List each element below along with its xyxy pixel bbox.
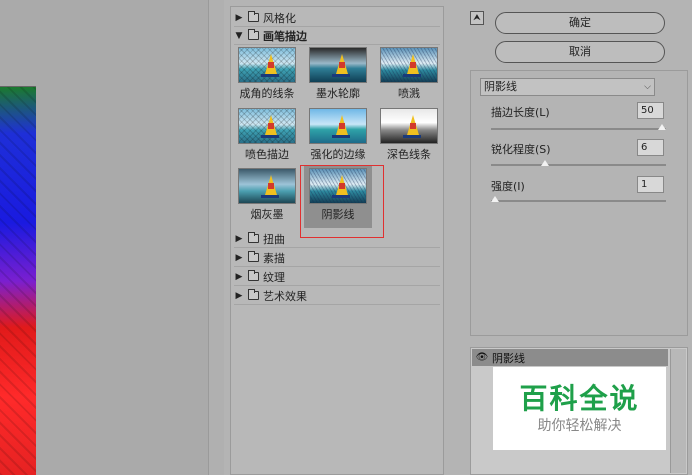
filter-thumb-dark-strokes[interactable]: 深色线条 xyxy=(378,108,440,162)
preview-image xyxy=(0,86,36,475)
category-sketch[interactable]: ▶ 素描 xyxy=(234,249,440,267)
spatter-thumbnail xyxy=(380,47,438,83)
folder-icon xyxy=(248,289,259,300)
folder-icon xyxy=(248,29,259,40)
filter-thumb-accented-edges[interactable]: 强化的边缘 xyxy=(307,108,369,162)
filter-label: 成角的线条 xyxy=(239,87,295,100)
category-label: 素描 xyxy=(263,251,285,265)
expand-triangle-icon: ▶ xyxy=(235,252,243,263)
watermark-title: 百科全说 xyxy=(519,382,640,415)
effect-layer-row[interactable]: 👁 阴影线 xyxy=(472,349,668,366)
sprayed-strokes-thumbnail xyxy=(238,108,296,144)
sumi-e-thumbnail xyxy=(238,168,296,204)
ok-button[interactable]: 确定 xyxy=(495,12,665,34)
strength-input[interactable]: 1 xyxy=(637,176,664,193)
layers-scrollbar[interactable] xyxy=(670,349,686,473)
stroke-length-slider[interactable] xyxy=(491,128,666,130)
collapse-triangle-icon: ▼ xyxy=(235,30,243,41)
cancel-button[interactable]: 取消 xyxy=(495,41,665,63)
filter-thumb-ink-outlines[interactable]: 墨水轮廓 xyxy=(307,47,369,101)
filter-thumb-angled-strokes[interactable]: 成角的线条 xyxy=(236,47,298,101)
filter-label: 深色线条 xyxy=(387,148,431,161)
folder-icon xyxy=(248,251,259,262)
stroke-length-label: 描边长度(L) xyxy=(491,106,550,119)
category-label: 扭曲 xyxy=(263,232,285,246)
expand-triangle-icon: ▶ xyxy=(235,233,243,244)
category-label: 纹理 xyxy=(263,270,285,284)
folder-icon xyxy=(248,270,259,281)
filter-thumb-sprayed-strokes[interactable]: 喷色描边 xyxy=(236,108,298,162)
filter-thumb-spatter[interactable]: 喷溅 xyxy=(378,47,440,101)
dark-strokes-thumbnail xyxy=(380,108,438,144)
eye-icon[interactable]: 👁 xyxy=(472,352,492,363)
expand-triangle-icon: ▶ xyxy=(235,271,243,282)
ink-outlines-thumbnail xyxy=(309,47,367,83)
preview-scrollbar[interactable] xyxy=(208,0,224,475)
category-label: 风格化 xyxy=(263,11,296,25)
chevron-down-icon: ⌵ xyxy=(644,82,651,92)
filter-select-value: 阴影线 xyxy=(484,80,517,93)
category-brush-strokes[interactable]: ▼ 画笔描边 xyxy=(234,27,440,45)
expand-triangle-icon: ▶ xyxy=(235,290,243,301)
angled-strokes-thumbnail xyxy=(238,47,296,83)
preview-canvas[interactable] xyxy=(0,0,224,475)
accented-edges-thumbnail xyxy=(309,108,367,144)
filter-label: 喷溅 xyxy=(398,87,420,100)
effect-layer-label: 阴影线 xyxy=(492,351,525,365)
stroke-length-input[interactable]: 50 xyxy=(637,102,664,119)
filter-select[interactable]: 阴影线 ⌵ xyxy=(480,78,655,96)
expand-triangle-icon: ▶ xyxy=(235,12,243,23)
strength-label: 强度(I) xyxy=(491,180,525,193)
folder-icon xyxy=(248,232,259,243)
sharpness-input[interactable]: 6 xyxy=(637,139,664,156)
sharpness-label: 锐化程度(S) xyxy=(491,143,551,156)
stroke-length-slider-thumb[interactable] xyxy=(658,124,666,130)
category-label: 画笔描边 xyxy=(263,29,307,43)
strength-slider-thumb[interactable] xyxy=(491,196,499,202)
filter-label: 烟灰墨 xyxy=(250,208,284,221)
filter-label: 强化的边缘 xyxy=(310,148,366,161)
filter-thumb-sumi-e[interactable]: 烟灰墨 xyxy=(236,168,298,222)
filter-label: 喷色描边 xyxy=(245,148,289,161)
selection-highlight xyxy=(300,165,384,238)
category-label: 艺术效果 xyxy=(263,289,307,303)
collapse-arrows-icon[interactable]: ⮝ xyxy=(470,11,484,25)
strength-slider[interactable] xyxy=(491,200,666,202)
sharpness-slider-thumb[interactable] xyxy=(541,160,550,166)
category-texture[interactable]: ▶ 纹理 xyxy=(234,268,440,286)
folder-icon xyxy=(248,11,259,22)
filter-label: 墨水轮廓 xyxy=(316,87,360,100)
watermark-subtitle: 助你轻松解决 xyxy=(537,418,622,434)
category-artistic[interactable]: ▶ 艺术效果 xyxy=(234,287,440,305)
watermark-logo: 百科全说 助你轻松解决 xyxy=(493,367,666,450)
category-distort[interactable]: ▶ 扭曲 xyxy=(234,230,440,248)
sharpness-slider[interactable] xyxy=(491,164,666,166)
category-stylize[interactable]: ▶ 风格化 xyxy=(234,9,440,27)
